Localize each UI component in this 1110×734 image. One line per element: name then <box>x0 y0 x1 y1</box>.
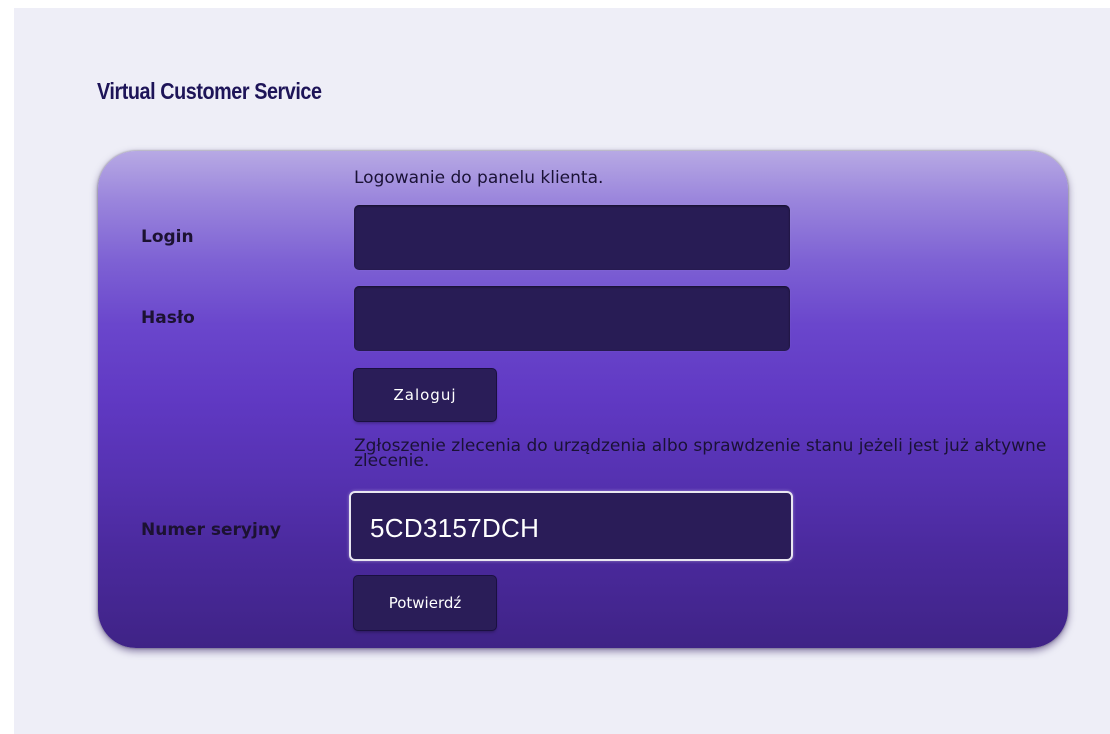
page-background: Virtual Customer Service Logowanie do pa… <box>14 8 1110 734</box>
login-input[interactable] <box>354 205 790 270</box>
confirm-button[interactable]: Potwierdź <box>354 576 496 630</box>
serial-number-input[interactable]: 5CD3157DCH <box>349 491 793 561</box>
serial-info-text: Zgłoszenie zlecenia do urządzenia albo s… <box>354 436 1047 471</box>
login-button[interactable]: Zaloguj <box>354 369 496 421</box>
password-input[interactable] <box>354 286 790 351</box>
login-intro-text: Logowanie do panelu klienta. <box>354 168 604 188</box>
serial-number-value: 5CD3157DCH <box>370 513 540 543</box>
login-panel: Logowanie do panelu klienta. Login Hasło… <box>98 151 1068 648</box>
page-title: Virtual Customer Service <box>97 78 322 104</box>
serial-number-label: Numer seryjny <box>141 520 282 540</box>
password-label: Hasło <box>141 308 195 328</box>
login-label: Login <box>141 227 194 247</box>
